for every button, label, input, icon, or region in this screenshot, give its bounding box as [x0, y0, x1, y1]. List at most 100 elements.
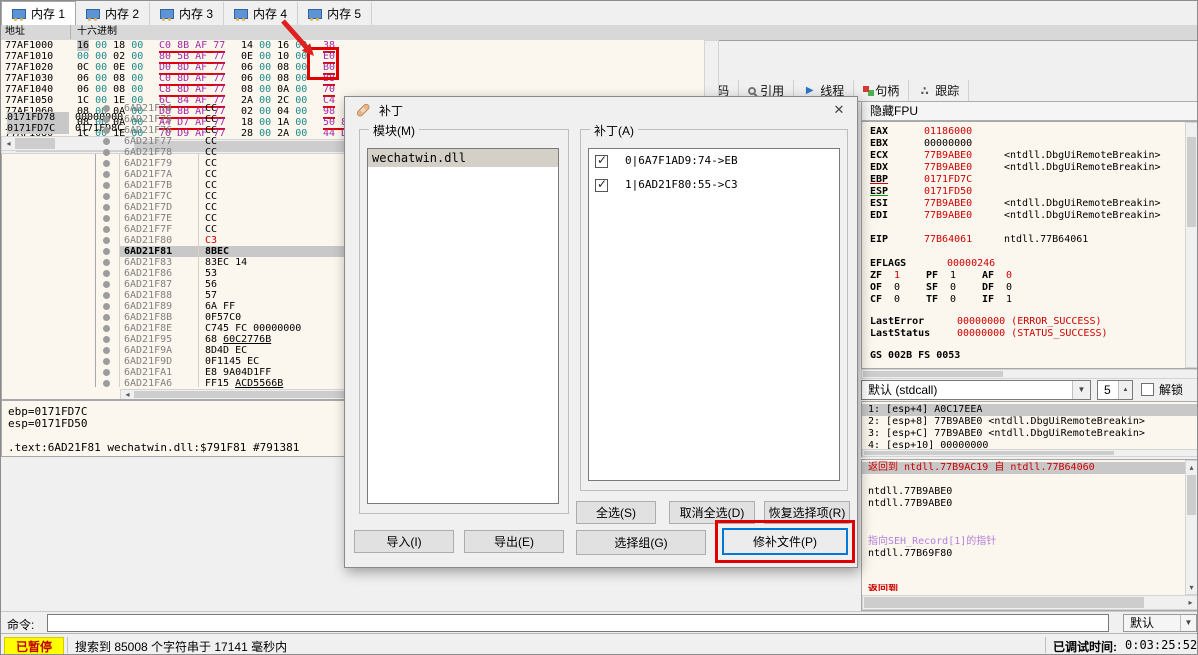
breakpoint-dot[interactable] [103, 358, 110, 365]
scroll-left-arrow[interactable]: ◂ [2, 137, 15, 150]
scroll-thumb[interactable] [1187, 475, 1196, 515]
breakpoint-dot[interactable] [103, 237, 110, 244]
breakpoint-dot[interactable] [103, 336, 110, 343]
dump-row[interactable]: 77AF1010 00 00 02 00 80 5B AF 77 0E 00 10 0… [1, 51, 704, 64]
register-row[interactable]: ESP 0171FD50 [862, 186, 1197, 198]
dump-row[interactable]: 77AF1000 16 00 18 00 C0 8B AF 77 14 00 16 0… [1, 40, 704, 53]
breakpoint-dot[interactable] [103, 127, 110, 134]
breakpoint-dot[interactable] [103, 259, 110, 266]
dump-row[interactable]: 77AF1040 06 00 08 00 C8 8D AF 77 08 00 0A 0… [1, 84, 704, 97]
select-all-button[interactable]: 全选(S) [576, 501, 656, 524]
dump-tab[interactable]: 内存 5 [298, 2, 373, 25]
breakpoint-dot[interactable] [103, 138, 110, 145]
register-row[interactable]: EAX 01186000 [862, 126, 1197, 138]
argument-row[interactable]: 1: [esp+4] A0C17EEA [862, 404, 1197, 416]
register-row[interactable]: ECX 77B9ABE0 <ntdll.DbgUiRemoteBreakin> [862, 150, 1197, 162]
scroll-down-arrow[interactable]: ▾ [1186, 581, 1197, 594]
registers-vscrollbar[interactable] [1185, 122, 1197, 368]
breakpoint-dot[interactable] [103, 314, 110, 321]
breakpoint-dot[interactable] [103, 347, 110, 354]
breakpoint-dot[interactable] [103, 171, 110, 178]
hide-fpu-button[interactable]: 隐藏FPU [861, 101, 1197, 121]
command-profile-select[interactable]: 默认 ▼ [1123, 614, 1197, 632]
dump-tab[interactable]: 内存 4 [224, 2, 299, 25]
register-row[interactable]: EBP 0171FD7C [862, 174, 1197, 186]
scroll-thumb[interactable] [15, 138, 55, 149]
export-button[interactable]: 导出(E) [464, 530, 564, 553]
argument-depth-stepper[interactable]: 5 ▲▼ [1097, 380, 1133, 411]
breakpoint-dot[interactable] [103, 281, 110, 288]
breakpoint-dot[interactable] [103, 116, 110, 123]
flags-row[interactable]: OF 0 SF 0 DF 0 [862, 282, 1197, 294]
breakpoint-dot[interactable] [103, 160, 110, 167]
stack-info-vscrollbar[interactable]: ▴ ▾ [1185, 460, 1197, 595]
module-list[interactable]: wechatwin.dll [367, 148, 559, 504]
dump-tab[interactable]: 内存 2 [76, 2, 151, 25]
patch-list[interactable]: 0|6A7F1AD9:74->EB 1|6AD21F80:55->C3 [588, 148, 840, 481]
breakpoint-dot[interactable] [103, 193, 110, 200]
tab-句柄[interactable]: 句柄 [854, 80, 910, 101]
register-row[interactable]: EBX 00000000 [862, 138, 1197, 150]
patch-item[interactable]: 0|6A7F1AD9:74->EB [589, 153, 839, 173]
breakpoint-dot[interactable] [103, 380, 110, 387]
argument-row[interactable]: 2: [esp+8] 77B9ABE0 <ntdll.DbgUiRemoteBr… [862, 416, 1197, 428]
lasterror-row[interactable]: LastError 00000000 (ERROR_SUCCESS) [862, 316, 1197, 328]
select-group-button[interactable]: 选择组(G) [576, 530, 706, 555]
breakpoint-dot[interactable] [103, 105, 110, 112]
dump-tab[interactable]: 内存 1 [1, 1, 77, 26]
deselect-all-button[interactable]: 取消全选(D) [669, 501, 755, 524]
patch-file-button[interactable]: 修补文件(P) [722, 528, 848, 555]
stepper-up-icon[interactable]: ▲ [1119, 381, 1132, 399]
registers-hscrollbar[interactable] [861, 369, 1197, 379]
breakpoint-dot[interactable] [103, 182, 110, 189]
scroll-thumb[interactable] [863, 371, 1003, 377]
breakpoint-dot[interactable] [103, 369, 110, 376]
segments-row[interactable]: GS 002B FS 0053 [862, 350, 1197, 362]
dump-row[interactable]: 77AF1020 0C 00 0E 00 D0 8D AF 77 06 00 08 0… [1, 62, 704, 75]
dump-tab[interactable]: 内存 3 [150, 2, 225, 25]
breakpoint-dot[interactable] [103, 149, 110, 156]
scroll-thumb[interactable] [864, 451, 1114, 455]
command-input[interactable] [47, 614, 1109, 632]
calling-convention-select[interactable]: 默认 (stdcall) ▼ [861, 380, 1091, 400]
restore-selected-button[interactable]: 恢复选择项(R) [764, 501, 850, 524]
dialog-close-button[interactable]: ✕ [829, 101, 849, 119]
patch-item[interactable]: 1|6AD21F80:55->C3 [589, 177, 839, 197]
patch-checkbox[interactable] [595, 177, 608, 192]
tab-跟踪[interactable]: 跟踪 [909, 80, 970, 101]
stack-hscrollbar[interactable]: ◂ [1, 136, 135, 151]
breakpoint-dot[interactable] [103, 248, 110, 255]
scroll-right-arrow[interactable]: ▸ [1184, 596, 1197, 609]
dump-row[interactable]: 77AF1030 06 00 08 00 C0 8D AF 77 06 00 08 0… [1, 73, 704, 86]
chevron-down-icon[interactable]: ▼ [1180, 615, 1196, 631]
breakpoint-dot[interactable] [103, 204, 110, 211]
register-row[interactable]: EIP 77B64061 ntdll.77B64061 [862, 234, 1197, 246]
scroll-thumb[interactable] [1187, 137, 1196, 227]
argument-row[interactable]: 3: [esp+C] 77B9ABE0 <ntdll.DbgUiRemoteBr… [862, 428, 1197, 440]
register-row[interactable]: EDX 77B9ABE0 <ntdll.DbgUiRemoteBreakin> [862, 162, 1197, 174]
breakpoint-dot[interactable] [103, 303, 110, 310]
flags-row[interactable]: ZF 1 PF 1 AF 0 [862, 270, 1197, 282]
import-button[interactable]: 导入(I) [354, 530, 454, 553]
unlock-checkbox[interactable] [1141, 383, 1154, 396]
register-row[interactable]: ESI 77B9ABE0 <ntdll.DbgUiRemoteBreakin> [862, 198, 1197, 210]
stack-info-panel[interactable]: 返回到 ntdll.77B9AC19 自 ntdll.77B64060 ntdl… [861, 459, 1197, 611]
breakpoint-dot[interactable] [103, 226, 110, 233]
breakpoint-dot[interactable] [103, 292, 110, 299]
laststatus-row[interactable]: LastStatus 00000000 (STATUS_SUCCESS) [862, 328, 1197, 340]
scroll-up-arrow[interactable]: ▴ [1186, 461, 1197, 474]
scroll-thumb[interactable] [864, 597, 1144, 608]
module-item[interactable]: wechatwin.dll [368, 149, 558, 167]
stepper-arrows[interactable]: ▲▼ [1118, 381, 1132, 411]
patch-checkbox[interactable] [595, 153, 608, 168]
stack-info-hscrollbar[interactable]: ▸ [862, 595, 1197, 610]
breakpoint-dot[interactable] [103, 215, 110, 222]
breakpoint-dot[interactable] [103, 270, 110, 277]
chevron-down-icon[interactable]: ▼ [1072, 381, 1090, 399]
arguments-hscrollbar[interactable] [862, 449, 1197, 457]
eflags-row[interactable]: EFLAGS 00000246 [862, 258, 1197, 270]
register-row[interactable]: EDI 77B9ABE0 <ntdll.DbgUiRemoteBreakin> [862, 210, 1197, 222]
flags-row[interactable]: CF 0 TF 0 IF 1 [862, 294, 1197, 306]
registers-panel[interactable]: EAX 01186000 EBX 00000000 ECX 77B9ABE0 <ntdll.… [861, 121, 1197, 369]
breakpoint-dot[interactable] [103, 325, 110, 332]
